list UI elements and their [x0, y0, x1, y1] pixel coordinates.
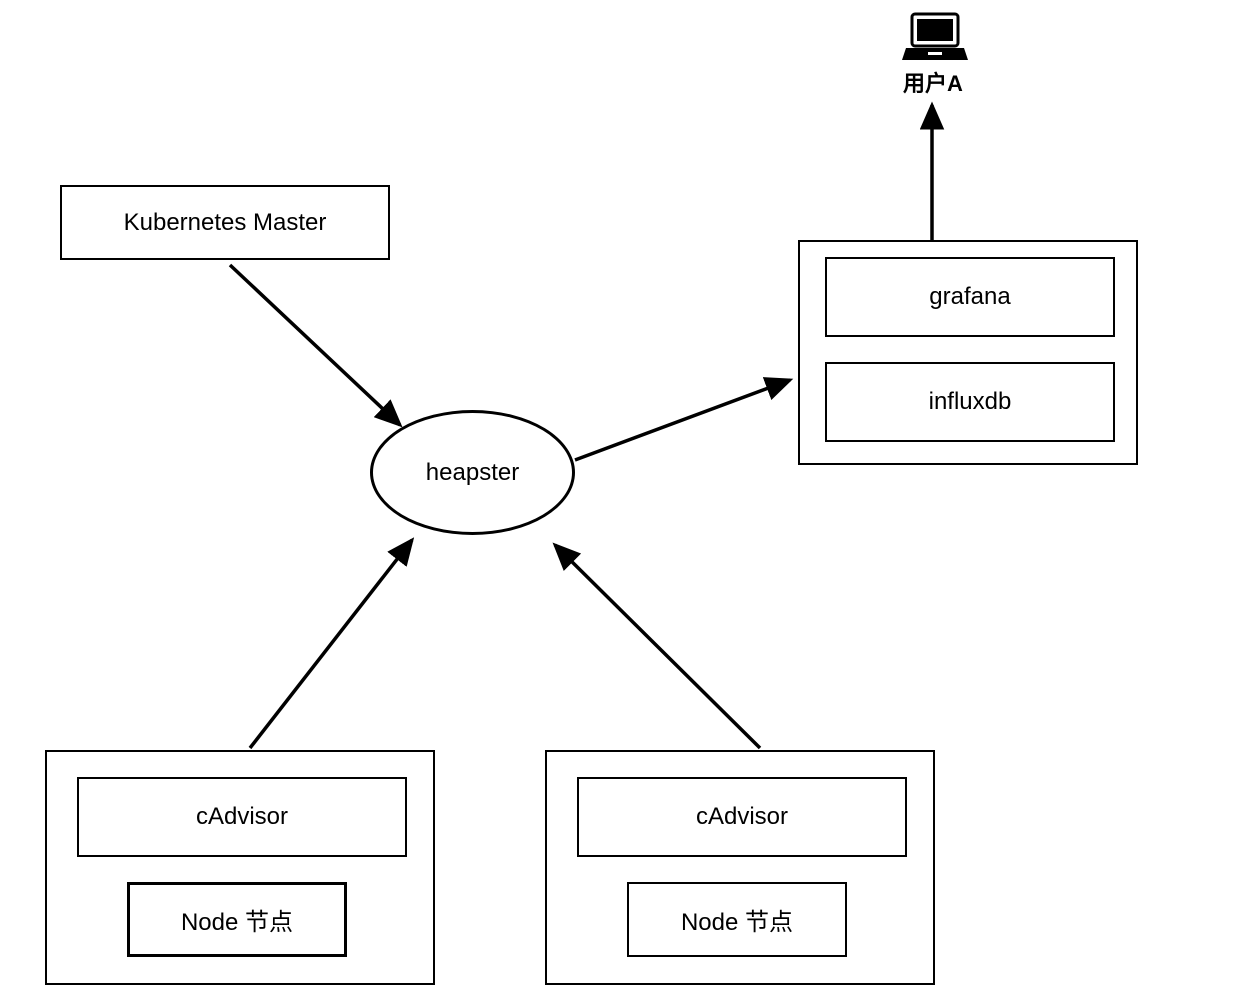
arrow-node2-heapster — [555, 545, 760, 748]
arrow-node1-heapster — [250, 540, 412, 748]
arrows — [0, 0, 1240, 1008]
arrow-master-heapster — [230, 265, 400, 425]
arrow-heapster-storage — [575, 380, 790, 460]
